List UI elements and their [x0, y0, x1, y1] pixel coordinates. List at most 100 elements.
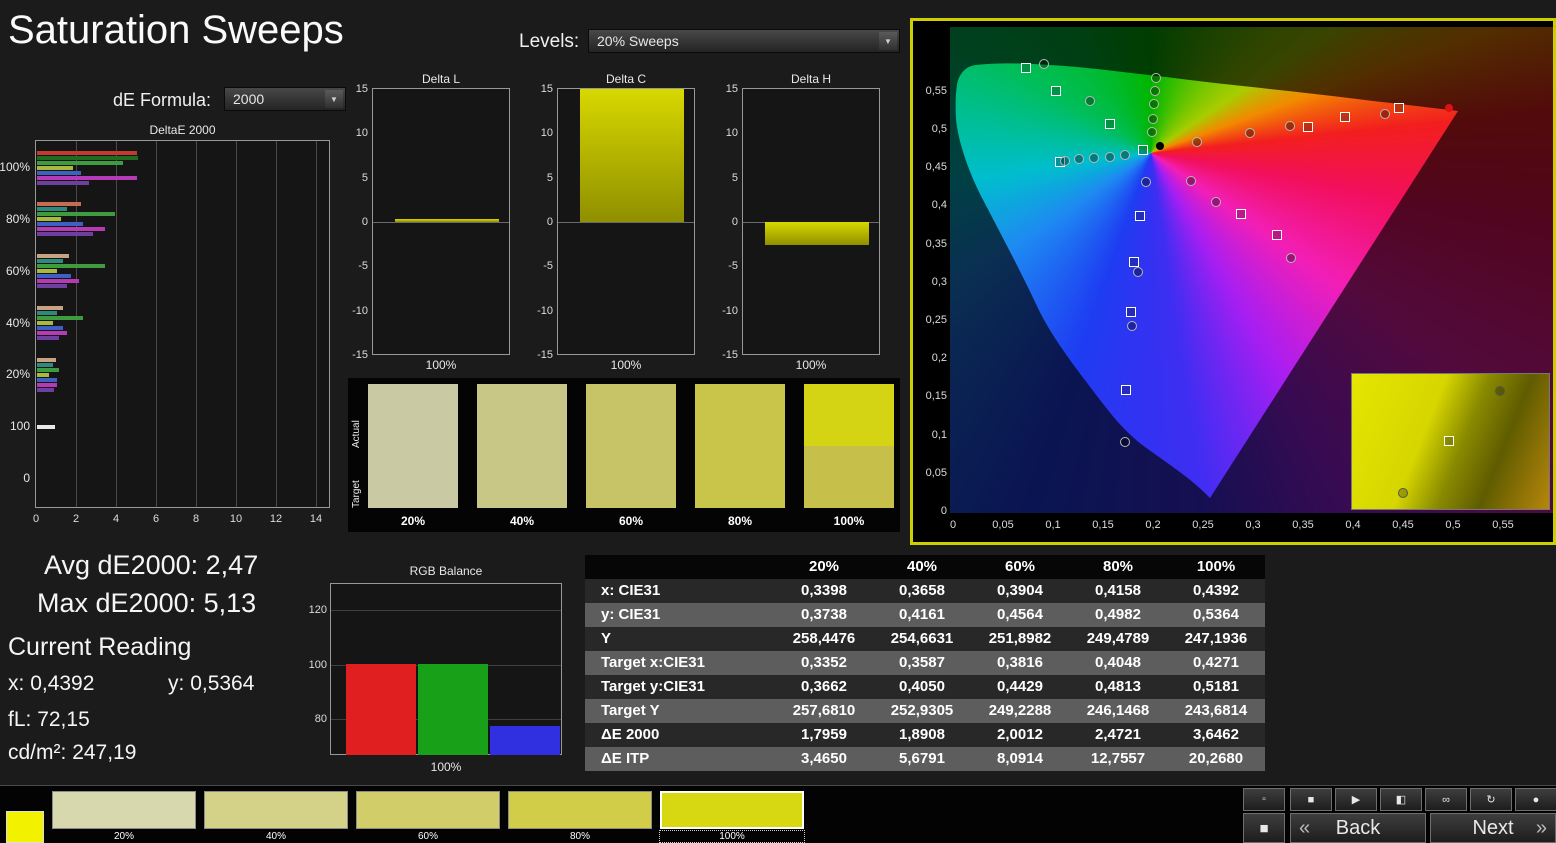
table-row: Y258,4476254,6631251,8982249,4789247,193…: [585, 627, 1265, 651]
measured-point: [1120, 437, 1130, 447]
table-cell: 257,6810: [775, 699, 873, 723]
patch-swatch-button[interactable]: [52, 791, 196, 829]
column-header: 60%: [971, 555, 1069, 579]
y-axis-label: 0,3: [919, 276, 947, 288]
de-bar: [37, 363, 53, 367]
target-swatch: [695, 446, 785, 508]
table-cell: 0,4392: [1167, 579, 1265, 603]
refresh-button[interactable]: ↻: [1470, 788, 1512, 811]
current-y-stat: y: 0,5364: [168, 672, 254, 696]
x-axis-label: 0,4: [1335, 519, 1371, 531]
de-bar: [37, 156, 138, 160]
play-button[interactable]: ▶: [1335, 788, 1377, 811]
table-cell: 0,3904: [971, 579, 1069, 603]
table-row: ΔE 20001,79591,89082,00122,47213,6462: [585, 723, 1265, 747]
actual-swatch: [477, 384, 567, 446]
table-cell: 252,9305: [873, 699, 971, 723]
de-bar: [37, 259, 63, 263]
patch-swatch-button[interactable]: [204, 791, 348, 829]
y-axis-label: 80%: [0, 212, 30, 226]
table-cell: 246,1468: [1069, 699, 1167, 723]
patch-swatch-button[interactable]: [508, 791, 652, 829]
measured-point: [1286, 253, 1296, 263]
target-point: [1051, 86, 1061, 96]
mini-chart-plot: [372, 88, 510, 355]
de-formula-dropdown[interactable]: 2000 ▼: [224, 87, 346, 111]
measured-point: [1089, 153, 1099, 163]
stop-button[interactable]: ■: [1290, 788, 1332, 811]
target-point: [1272, 230, 1282, 240]
de-bar: [37, 181, 89, 185]
table-header-row: 20%40%60%80%100%: [585, 555, 1265, 579]
table-cell: 0,4271: [1167, 651, 1265, 675]
next-label: Next: [1472, 817, 1513, 840]
back-button[interactable]: «Back: [1290, 813, 1426, 843]
play-icon: ▶: [1352, 793, 1360, 806]
loop-button[interactable]: ∞: [1425, 788, 1467, 811]
target-point: [1121, 385, 1131, 395]
column-header: 100%: [1167, 555, 1265, 579]
measured-point: [1495, 386, 1505, 396]
measured-point: [1060, 156, 1070, 166]
target-point: [1126, 307, 1136, 317]
pattern-button[interactable]: ◧: [1380, 788, 1422, 811]
de-bar: [37, 166, 73, 170]
mini-chart-title: Delta H: [742, 72, 880, 86]
patch-swatch-button[interactable]: [660, 791, 804, 829]
x-axis-label: 0,5: [1435, 519, 1471, 531]
delta-bar: [580, 89, 684, 222]
avg-de-stat: Avg dE2000: 2,47: [44, 550, 258, 581]
back-chevrons-icon: «: [1299, 817, 1310, 840]
x-label: x:: [8, 672, 24, 695]
y-axis-label: 15: [714, 83, 738, 95]
column-header: 20%: [775, 555, 873, 579]
row-label: ΔE ITP: [585, 747, 775, 771]
measured-point: [1120, 150, 1130, 160]
measured-point: [1380, 109, 1390, 119]
row-label: ΔE 2000: [585, 723, 775, 747]
table-cell: 0,4982: [1069, 603, 1167, 627]
target-point: [1340, 112, 1350, 122]
cie-zoom-inset: [1351, 373, 1550, 510]
delta-mini-chart: Delta C151050-5-10-15100%: [557, 88, 695, 355]
y-axis-label: 0,45: [919, 161, 947, 173]
patch-swatch-button[interactable]: [356, 791, 500, 829]
table-cell: 5,6791: [873, 747, 971, 771]
y-axis-label: 0,35: [919, 238, 947, 250]
x-axis-label: 0,15: [1085, 519, 1121, 531]
green-bar: [418, 664, 488, 755]
red-bar: [346, 664, 416, 755]
next-button[interactable]: Next»: [1430, 813, 1556, 843]
y-axis-label: -15: [529, 349, 553, 361]
y-axis-label: -5: [714, 260, 738, 272]
x-axis-label: 0,05: [985, 519, 1021, 531]
max-de-stat: Max dE2000: 5,13: [37, 588, 256, 619]
y-label: y:: [168, 672, 184, 695]
mini-chart-plot: [742, 88, 880, 355]
pattern-window-small-button[interactable]: ▫: [1243, 788, 1285, 811]
swatch-label: 100%: [804, 514, 894, 528]
de-bar: [37, 202, 81, 206]
target-swatch: [477, 446, 567, 508]
pattern-window-button[interactable]: ■: [1243, 813, 1285, 843]
table-cell: 249,2288: [971, 699, 1069, 723]
pattern-icon: ◧: [1396, 793, 1406, 806]
table-cell: 0,5181: [1167, 675, 1265, 699]
measured-point: [1133, 267, 1143, 277]
record-button[interactable]: ●: [1515, 788, 1556, 811]
y-axis-label: 15: [529, 83, 553, 95]
de-bar: [37, 176, 137, 180]
measured-point: [1211, 197, 1221, 207]
x-axis-label: 0: [24, 513, 48, 525]
loop-icon: ∞: [1442, 794, 1450, 806]
target-row-label: Target: [351, 448, 362, 508]
x-axis-label: 0,45: [1385, 519, 1421, 531]
levels-dropdown[interactable]: 20% Sweeps ▼: [588, 29, 900, 53]
delta-bar: [395, 219, 499, 222]
chevron-down-icon: ▼: [325, 90, 343, 108]
fl-value: 72,15: [37, 708, 90, 731]
x-axis-label: 100%: [742, 358, 880, 372]
y-axis-label: 100: [301, 659, 327, 671]
swatch-label: 60%: [586, 514, 676, 528]
swatch-label: 80%: [695, 514, 785, 528]
